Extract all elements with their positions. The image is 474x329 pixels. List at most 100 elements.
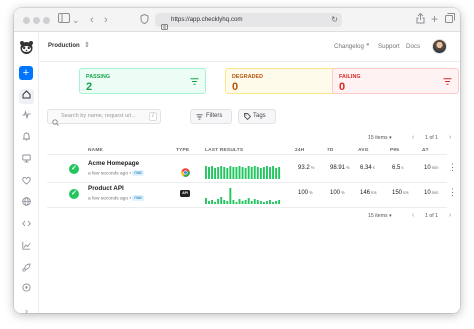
- workspace-switcher[interactable]: Production: [48, 43, 80, 49]
- frequency: 10min: [424, 190, 438, 196]
- tags-button[interactable]: Tags: [238, 109, 276, 124]
- result-bar: [214, 202, 217, 204]
- failing-count: 0: [339, 81, 346, 93]
- last-run-time: a few seconds ago: [88, 171, 129, 177]
- search-input[interactable]: Search by name, request url... /: [47, 109, 161, 126]
- prev-page-icon[interactable]: ‹: [412, 134, 414, 141]
- unit: s: [401, 165, 404, 170]
- back-arrow-icon[interactable]: ‹: [90, 13, 94, 27]
- result-bar: [235, 202, 238, 204]
- table-row[interactable]: ✓ Acme Homepage a few seconds ago • mac …: [47, 159, 457, 183]
- value: 98.91: [330, 165, 346, 171]
- filter-funnel-icon[interactable]: [443, 78, 452, 87]
- value: 10: [424, 190, 431, 196]
- col-header-delta-t[interactable]: ΔT: [422, 148, 429, 153]
- result-bar: [269, 167, 271, 179]
- col-header-avg[interactable]: AVG: [358, 148, 369, 153]
- result-bar: [253, 166, 256, 179]
- globe-icon[interactable]: [19, 196, 34, 211]
- raccoon-logo-icon[interactable]: [19, 40, 34, 55]
- monitor-icon[interactable]: [19, 153, 34, 168]
- user-avatar[interactable]: [432, 39, 447, 54]
- more-options-icon[interactable]: ⋮: [448, 187, 457, 198]
- p95-response: 150ms: [392, 190, 409, 196]
- value: 100: [298, 190, 309, 196]
- result-bar: [223, 200, 226, 204]
- bell-icon[interactable]: [19, 131, 34, 146]
- unit: ms: [371, 190, 377, 195]
- rocket-icon[interactable]: [19, 262, 34, 277]
- next-page-icon[interactable]: ›: [449, 134, 451, 141]
- location-pin-icon[interactable]: [19, 282, 34, 297]
- chevron-down-icon[interactable]: ⌄: [72, 13, 80, 27]
- col-header-24h[interactable]: 24H: [295, 148, 304, 153]
- check-name[interactable]: Product API: [88, 185, 124, 192]
- failing-status-card[interactable]: FAILING 0: [332, 68, 459, 94]
- minimize-window-button[interactable]: [33, 16, 40, 24]
- unit: %: [341, 190, 345, 195]
- next-page-icon[interactable]: ›: [449, 212, 451, 219]
- col-header-7d[interactable]: 7D: [327, 148, 334, 153]
- filter-funnel-icon[interactable]: [190, 78, 199, 87]
- tags-label: Tags: [253, 113, 266, 119]
- heart-pulse-icon[interactable]: [19, 175, 34, 190]
- avg-response: 146ms: [360, 190, 377, 196]
- result-bar: [235, 167, 238, 179]
- passing-count: 2: [86, 81, 93, 93]
- line-chart-icon[interactable]: [19, 240, 34, 255]
- app-header: Production ⇕ Changelog ● Support Docs: [14, 32, 460, 62]
- prev-page-icon[interactable]: ‹: [412, 212, 414, 219]
- activity-pulse-icon[interactable]: [19, 109, 34, 124]
- value: 93.2: [298, 165, 310, 171]
- result-bar: [259, 201, 262, 204]
- code-icon[interactable]: [19, 218, 34, 233]
- result-bar: [272, 166, 274, 179]
- col-header-name[interactable]: NAME: [88, 148, 103, 153]
- result-bar: [229, 166, 232, 179]
- passing-status-card[interactable]: PASSING 2: [79, 68, 206, 94]
- create-new-button[interactable]: +: [19, 66, 33, 80]
- maximize-window-button[interactable]: [43, 16, 50, 24]
- changelog-link[interactable]: Changelog: [334, 43, 364, 50]
- result-bar: [272, 202, 274, 204]
- last-results-sparkline: [205, 166, 281, 179]
- reload-icon[interactable]: ↻: [331, 13, 338, 27]
- docs-link[interactable]: Docs: [406, 43, 420, 50]
- address-bar[interactable]: https://app.checklyhq.com ↻: [155, 13, 342, 30]
- table-row[interactable]: ✓ Product API a few seconds ago • mac AP…: [47, 184, 457, 208]
- result-bar: [275, 201, 278, 204]
- page-indicator: 1 of 1: [425, 135, 438, 141]
- support-link[interactable]: Support: [378, 43, 400, 50]
- result-bar: [229, 188, 232, 204]
- result-bar: [262, 202, 265, 204]
- close-window-button[interactable]: [23, 16, 30, 24]
- chevron-updown-icon[interactable]: ⇕: [84, 41, 90, 49]
- page-indicator: 1 of 1: [425, 213, 438, 219]
- items-count: 15 items: [368, 213, 388, 219]
- value: 6.34: [360, 165, 372, 171]
- filters-button[interactable]: Filters: [190, 109, 232, 124]
- new-tab-icon[interactable]: +: [431, 12, 438, 26]
- tab-overview-icon[interactable]: [445, 13, 455, 28]
- items-count-dropdown[interactable]: 15 items ▾: [368, 135, 392, 141]
- result-bar: [250, 167, 253, 179]
- result-bar: [238, 166, 241, 179]
- result-bar: [205, 166, 207, 179]
- more-options-icon[interactable]: ⋮: [448, 162, 457, 173]
- forward-arrow-icon[interactable]: ›: [104, 13, 108, 27]
- result-bar: [256, 200, 259, 204]
- share-icon[interactable]: [416, 12, 425, 29]
- last-results-sparkline: [205, 188, 281, 204]
- result-bar: [205, 198, 207, 204]
- home-icon[interactable]: [19, 89, 34, 104]
- items-count-dropdown[interactable]: 15 items ▾: [368, 213, 392, 219]
- filter-lines-icon: [196, 113, 203, 126]
- value: 150: [392, 190, 403, 196]
- result-bar: [217, 167, 220, 179]
- search-shortcut-key: /: [149, 112, 157, 121]
- col-header-p95[interactable]: P95: [390, 148, 399, 153]
- check-name[interactable]: Acme Homepage: [88, 160, 139, 167]
- result-bar: [220, 197, 223, 204]
- sidebar-toggle-icon[interactable]: [58, 13, 70, 28]
- expand-sidebar-icon[interactable]: ›: [19, 304, 34, 313]
